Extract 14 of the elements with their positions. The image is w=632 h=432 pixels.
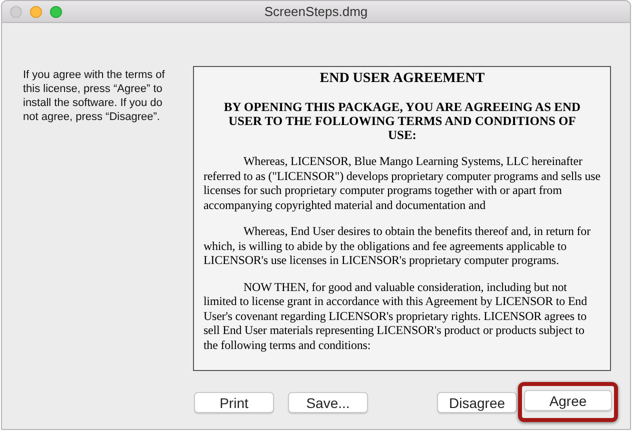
document-heading: BY OPENING THIS PACKAGE, YOU ARE AGREEING AS END USER TO THE FOLLOWING TERMS AND CONDITIONS OF USE: xyxy=(222,100,582,142)
dialog-button[interactable]: Print xyxy=(194,392,274,412)
dialog-button[interactable]: Agree xyxy=(524,390,612,411)
close-button[interactable] xyxy=(10,6,22,18)
dialog-button[interactable]: Save... xyxy=(288,392,368,412)
instructions-text: If you agree with the terms of this license, press “Agree” to install the software. If you do not agree, press “Disagree”. xyxy=(23,68,166,125)
zoom-button[interactable] xyxy=(50,6,62,18)
document-paragraph: Whereas, LICENSOR, Blue Mango Learning Systems, LLC hereinafter referred to as ("LICENSOR") develops proprietary computer programs and sells use licenses for such proprietary computer programs together with or apart from accompanying copyrighted material and documentation and xyxy=(203,154,601,212)
document-paragraph: Whereas, End User desires to obtain the benefits thereof and, in return for which, is willing to abide by the obligations and fee agreements applicable to LICENSOR's use licenses in LICENSOR's proprietary computer programs. xyxy=(203,224,592,268)
minimize-button[interactable] xyxy=(30,6,42,18)
document-paragraph: NOW THEN, for good and valuable consideration, including but not limited to license grant in accordance with this Agreement by LICENSOR to End User's covenant regarding LICENSOR's proprietary rights. LICENSOR agrees to sell End User materials representing LICENSOR's product or products subject to the following terms and conditions: xyxy=(203,280,588,352)
dialog-button[interactable]: Disagree xyxy=(437,392,517,412)
document-title: END USER AGREEMENT xyxy=(318,70,486,87)
window-title: ScreenSteps.dmg xyxy=(264,2,368,21)
